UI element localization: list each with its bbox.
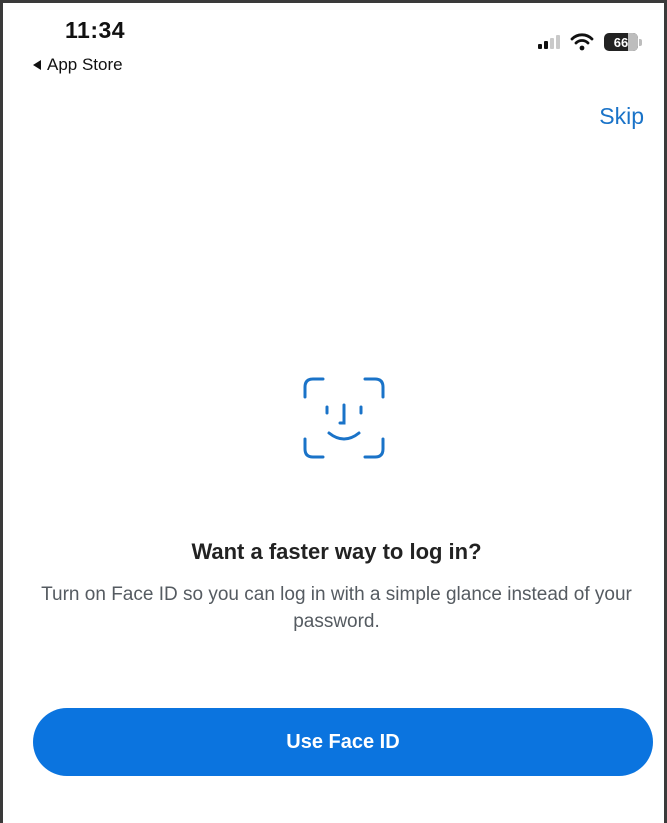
page-title: Want a faster way to log in? xyxy=(191,539,482,564)
wifi-icon xyxy=(570,33,594,51)
back-triangle-icon xyxy=(33,60,41,70)
app-screen: 11:34 App Store 66 Skip Want a faster wa… xyxy=(0,0,667,823)
battery-level: 66 xyxy=(613,34,629,50)
status-bar: 11:34 App Store 66 xyxy=(3,3,664,83)
description-text: Turn on Face ID so you can log in with a… xyxy=(41,584,632,632)
back-app-label: App Store xyxy=(47,55,123,74)
status-icons: 66 xyxy=(538,33,642,51)
skip-button[interactable]: Skip xyxy=(599,103,644,130)
use-face-id-button[interactable]: Use Face ID xyxy=(33,708,653,776)
face-id-icon xyxy=(303,377,385,459)
status-time: 11:34 xyxy=(65,17,126,43)
battery-icon: 66 xyxy=(604,33,638,51)
battery-indicator: 66 xyxy=(604,33,642,51)
cellular-signal-icon xyxy=(538,35,560,49)
back-to-app-store-button[interactable]: App Store xyxy=(33,55,123,75)
